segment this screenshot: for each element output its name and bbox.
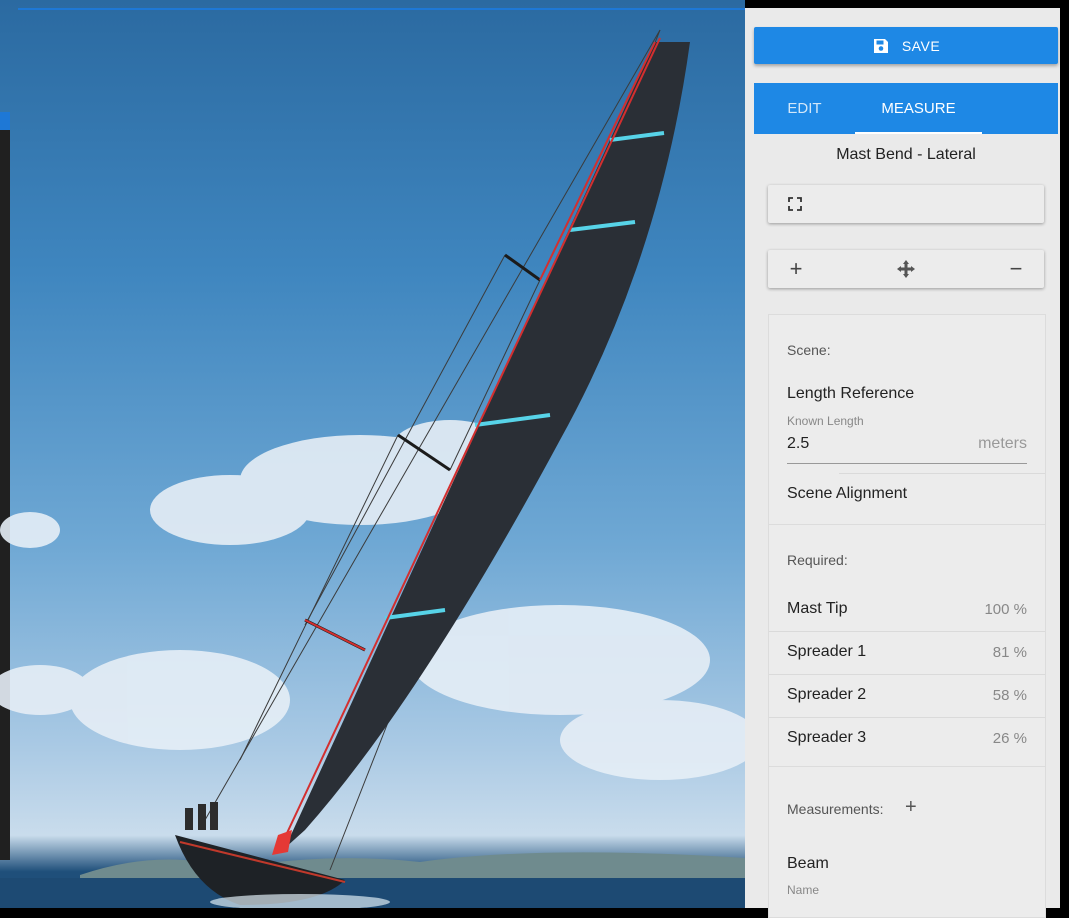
scene-title: Mast Bend - Lateral	[836, 146, 976, 163]
tab-measure-label: MEASURE	[881, 100, 956, 117]
required-item-name: Spreader 3	[787, 729, 867, 746]
image-canvas[interactable]	[0, 0, 745, 908]
minus-icon: −	[1009, 256, 1023, 281]
required-section: Required: Mast Tip 100 % Spreader 1 81 %…	[768, 524, 1046, 768]
required-row-spreader-3[interactable]: Spreader 3 26 %	[769, 717, 1045, 760]
fullscreen-button[interactable]	[768, 185, 1044, 223]
required-item-value: 100 %	[984, 601, 1027, 618]
required-row-spreader-1[interactable]: Spreader 1 81 %	[769, 631, 1045, 674]
side-panel: SAVE EDIT MEASURE Mast Bend - Lateral +	[745, 8, 1060, 918]
mode-tabs: EDIT MEASURE	[754, 83, 1058, 134]
divider	[839, 473, 1045, 474]
fullscreen-icon	[788, 197, 802, 211]
tab-edit[interactable]: EDIT	[754, 83, 855, 134]
known-length-label: Known Length	[787, 414, 864, 428]
scene-section-label: Scene:	[787, 342, 831, 358]
required-item-name: Spreader 2	[787, 686, 867, 703]
plus-icon: +	[789, 256, 803, 281]
required-item-value: 81 %	[992, 644, 1027, 661]
save-button-label: SAVE	[901, 37, 941, 54]
zoom-in-button[interactable]: +	[778, 250, 814, 288]
known-length-field[interactable]: 2.5 meters	[787, 429, 1027, 464]
floppy-disk-icon	[873, 38, 888, 53]
tab-edit-label: EDIT	[787, 100, 822, 117]
zoom-toolbar: + −	[768, 250, 1044, 288]
tab-measure[interactable]: MEASURE	[855, 83, 982, 134]
scene-section: Scene: Length Reference Known Length 2.5…	[768, 314, 1046, 526]
required-row-mast-tip[interactable]: Mast Tip 100 %	[769, 589, 1045, 631]
required-item-name: Spreader 1	[787, 643, 867, 660]
zoom-out-button[interactable]: −	[998, 250, 1034, 288]
required-item-value: 26 %	[992, 730, 1027, 747]
required-item-value: 58 %	[992, 687, 1027, 704]
save-button[interactable]: SAVE	[754, 27, 1058, 64]
required-item-name: Mast Tip	[787, 600, 848, 617]
known-length-value[interactable]: 2.5	[787, 435, 809, 453]
measurements-section: Measurements: + Beam Name	[768, 766, 1046, 918]
measurement-name-label: Name	[787, 883, 820, 897]
move-arrows-icon	[897, 260, 915, 278]
scene-alignment-item[interactable]: Scene Alignment	[787, 485, 907, 503]
measurement-item-title[interactable]: Beam	[787, 855, 829, 873]
length-reference-item[interactable]: Length Reference	[787, 385, 914, 403]
known-length-unit: meters	[978, 435, 1027, 452]
required-section-label: Required:	[787, 552, 848, 568]
window-edge	[1060, 0, 1069, 908]
measurements-section-label: Measurements:	[787, 801, 884, 817]
sailboat-photo	[0, 29, 745, 908]
add-measurement-button[interactable]: +	[905, 796, 917, 819]
pan-button[interactable]	[886, 250, 926, 288]
required-row-spreader-2[interactable]: Spreader 2 58 %	[769, 674, 1045, 717]
plus-icon: +	[905, 796, 917, 818]
